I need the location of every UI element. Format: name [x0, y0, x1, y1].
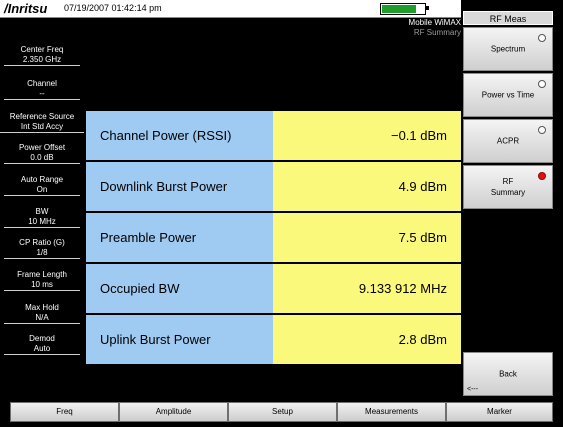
back-button[interactable]: Back <---: [463, 352, 553, 396]
param-value: Int Std Accy: [20, 122, 64, 131]
measurement-name: Occupied BW: [86, 264, 273, 313]
tab-measurements[interactable]: Measurements: [337, 402, 446, 422]
param-label: BW: [35, 207, 49, 216]
radio-indicator-icon: [538, 126, 546, 134]
parameter-panel: Center Freq 2.350 GHz Channel -- Referen…: [0, 18, 84, 398]
param-channel[interactable]: Channel --: [4, 79, 80, 100]
battery-level: [382, 5, 416, 13]
param-label: Auto Range: [20, 175, 64, 184]
param-frame-length[interactable]: Frame Length 10 ms: [4, 270, 80, 291]
mode-view: RF Summary: [413, 28, 461, 37]
brand-logo: /Inritsu: [4, 1, 48, 16]
measurement-name: Channel Power (RSSI): [86, 111, 273, 160]
softkey-label: Power vs Time: [481, 90, 535, 100]
param-auto-range[interactable]: Auto Range On: [4, 175, 80, 196]
param-max-hold[interactable]: Max Hold N/A: [4, 303, 80, 324]
tab-freq[interactable]: Freq: [10, 402, 119, 422]
param-label: Power Offset: [18, 143, 66, 152]
bottom-menu-bar: Freq Amplitude Setup Measurements Marker: [0, 400, 563, 427]
measurement-value: 2.8 dBm: [273, 315, 461, 364]
param-label: Reference Source: [9, 112, 75, 121]
softkey-label: ACPR: [496, 136, 520, 146]
tab-setup[interactable]: Setup: [228, 402, 337, 422]
softkey-label: RF Summary: [490, 177, 526, 197]
radio-indicator-icon: [538, 34, 546, 42]
table-row: Channel Power (RSSI) −0.1 dBm: [86, 111, 461, 160]
param-value: 1/8: [36, 248, 48, 257]
param-value: On: [36, 185, 48, 194]
spectrum-button[interactable]: Spectrum: [463, 27, 553, 71]
param-cp-ratio[interactable]: CP Ratio (G) 1/8: [4, 238, 80, 259]
param-value: N/A: [35, 313, 49, 322]
param-label: CP Ratio (G): [19, 238, 65, 247]
param-value: Auto: [33, 344, 51, 353]
rf-summary-table: Channel Power (RSSI) −0.1 dBm Downlink B…: [86, 111, 461, 366]
rf-summary-button[interactable]: RF Summary: [463, 165, 553, 209]
measurement-name: Uplink Burst Power: [86, 315, 273, 364]
datetime-readout: 07/19/2007 01:42:14 pm: [64, 3, 162, 13]
tab-amplitude[interactable]: Amplitude: [119, 402, 228, 422]
back-arrow-icon: <---: [467, 386, 479, 393]
measurement-value: −0.1 dBm: [273, 111, 461, 160]
measurement-value: 7.5 dBm: [273, 213, 461, 262]
param-reference-source[interactable]: Reference Source Int Std Accy: [0, 112, 84, 133]
radio-indicator-icon: [538, 80, 546, 88]
param-bw[interactable]: BW 10 MHz: [4, 207, 80, 228]
table-row: Preamble Power 7.5 dBm: [86, 213, 461, 262]
table-row: Occupied BW 9.133 912 MHz: [86, 264, 461, 313]
param-center-freq[interactable]: Center Freq 2.350 GHz: [4, 45, 80, 66]
measurement-value: 4.9 dBm: [273, 162, 461, 211]
status-bar: /Inritsu 07/19/2007 01:42:14 pm: [0, 0, 461, 18]
param-value: 10 MHz: [28, 217, 56, 226]
power-vs-time-button[interactable]: Power vs Time: [463, 73, 553, 117]
param-power-offset[interactable]: Power Offset 0.0 dB: [4, 143, 80, 164]
acpr-button[interactable]: ACPR: [463, 119, 553, 163]
table-row: Downlink Burst Power 4.9 dBm: [86, 162, 461, 211]
param-label: Demod: [29, 334, 55, 343]
measurement-name: Preamble Power: [86, 213, 273, 262]
mode-indicator: Mobile WiMAX RF Summary: [409, 18, 461, 38]
param-demod[interactable]: Demod Auto: [4, 334, 80, 355]
param-value: --: [39, 89, 45, 98]
tab-marker[interactable]: Marker: [446, 402, 553, 422]
battery-tip: [426, 6, 429, 10]
param-value: 0.0 dB: [30, 153, 54, 162]
param-label: Max Hold: [25, 303, 59, 312]
param-value: 2.350 GHz: [22, 55, 62, 64]
menu-title: RF Meas: [463, 11, 553, 25]
param-value: 10 ms: [31, 280, 53, 289]
measurement-name: Downlink Burst Power: [86, 162, 273, 211]
measurement-value: 9.133 912 MHz: [273, 264, 461, 313]
mode-standard: Mobile WiMAX: [408, 18, 461, 27]
table-row: Uplink Burst Power 2.8 dBm: [86, 315, 461, 364]
param-label: Center Freq: [20, 45, 64, 54]
softkey-label: Spectrum: [490, 44, 526, 54]
battery-icon: [380, 3, 426, 15]
param-label: Frame Length: [17, 270, 67, 279]
softkey-label: Back: [499, 369, 517, 379]
param-label: Channel: [27, 79, 57, 88]
